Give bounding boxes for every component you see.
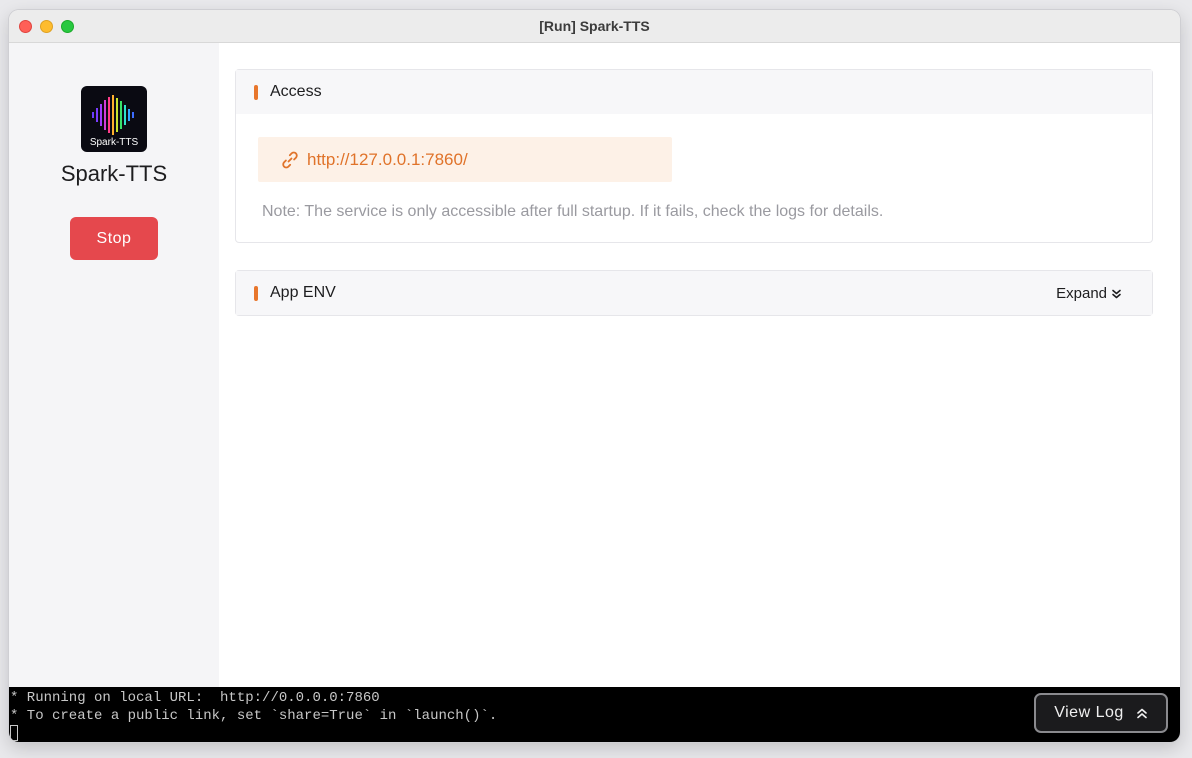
view-log-label: View Log (1054, 704, 1124, 721)
view-log-button[interactable]: View Log (1034, 693, 1168, 733)
sound-wave-icon (92, 95, 134, 135)
app-icon: Spark-TTS (81, 86, 147, 152)
access-url-link[interactable]: http://127.0.0.1:7860/ (307, 150, 468, 170)
link-icon (282, 151, 298, 169)
env-title: App ENV (270, 284, 336, 301)
access-note: Note: The service is only accessible aft… (262, 203, 884, 220)
expand-label: Expand (1056, 285, 1107, 302)
env-card: App ENV Expand (235, 270, 1153, 316)
log-line: * To create a public link, set `share=Tr… (10, 708, 498, 724)
log-terminal: * Running on local URL: http://0.0.0.0:7… (9, 687, 1180, 742)
section-accent-bar (254, 85, 258, 100)
chevron-double-down-icon (1112, 289, 1121, 298)
window-title: [Run] Spark-TTS (539, 18, 650, 34)
access-title: Access (270, 83, 322, 100)
sidebar: Spark-TTS Spark-TTS Stop (9, 43, 219, 687)
env-card-header: App ENV Expand (236, 271, 1152, 315)
expand-toggle[interactable]: Expand (1056, 285, 1122, 302)
app-window: [Run] Spark-TTS Spark-TTS Spark-TTS Stop (9, 10, 1180, 742)
url-box: http://127.0.0.1:7860/ (258, 137, 672, 182)
log-line: * Running on local URL: http://0.0.0.0:7… (10, 690, 380, 706)
access-card-header: Access (236, 70, 1152, 114)
stop-button[interactable]: Stop (70, 217, 158, 260)
terminal-cursor (10, 725, 18, 742)
app-icon-label: Spark-TTS (89, 137, 139, 148)
title-bar: [Run] Spark-TTS (9, 10, 1180, 43)
section-accent-bar (254, 286, 258, 301)
access-card: Access http://127.0.0.1:7860/ Note: The … (235, 69, 1153, 243)
chevron-double-up-icon (1136, 708, 1147, 718)
app-name: Spark-TTS (60, 161, 168, 186)
